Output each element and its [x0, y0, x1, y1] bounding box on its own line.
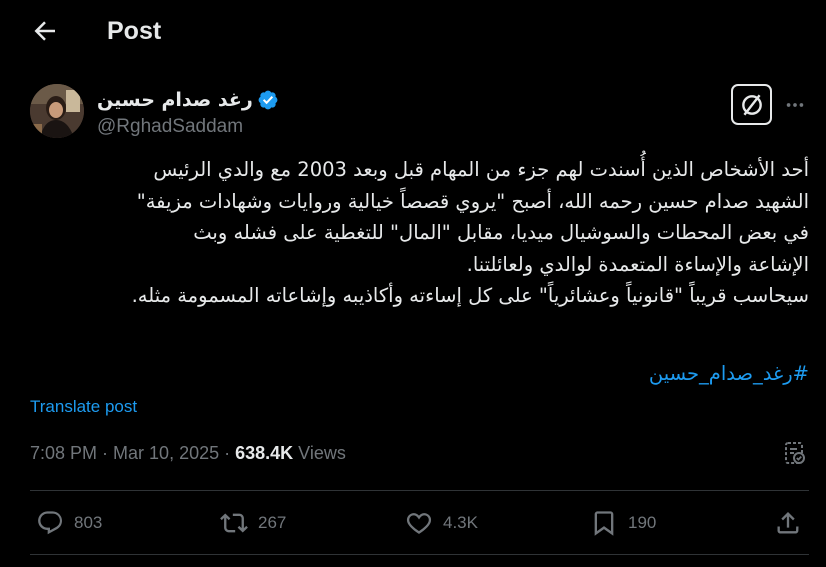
post-meta: 7:08 PM · Mar 10, 2025 · 638.4K Views	[30, 443, 346, 464]
verified-badge-icon	[258, 90, 278, 110]
more-dots-icon	[786, 103, 804, 107]
author-display-name[interactable]: رغد صدام حسين	[97, 89, 253, 111]
bookmark-button[interactable]: 190	[590, 500, 656, 546]
divider	[30, 490, 809, 491]
grok-icon	[741, 94, 762, 115]
post-text-line: الشهيد صدام حسين رحمه الله، أصبح "يروي ق…	[136, 189, 809, 213]
avatar-image	[30, 84, 84, 138]
post-text-line: الإشاعة والإساءة المتعمدة لوالدي ولعائلت…	[466, 252, 809, 276]
arrow-left-icon	[34, 21, 55, 41]
bookmark-icon	[594, 511, 614, 536]
like-button[interactable]: 4.3K	[405, 500, 478, 546]
heart-icon	[406, 513, 432, 534]
post-text-line: في بعض المحطات والسوشيال ميديا، مقابل "ا…	[193, 221, 809, 244]
hashtag-link[interactable]: #رغد_صدام_حسين	[600, 362, 809, 385]
analytics-icon	[785, 442, 805, 464]
meta-separator: ·	[102, 443, 109, 463]
repost-icon	[220, 513, 248, 533]
author-handle[interactable]: @RghadSaddam	[97, 116, 243, 138]
post-text-line: أحد الأشخاص الذين أُسندت لهم جزء من المه…	[153, 158, 809, 181]
reply-count: 803	[74, 513, 103, 532]
avatar[interactable]	[30, 84, 84, 138]
post-text: أحد الأشخاص الذين أُسندت لهم جزء من المه…	[28, 154, 809, 312]
top-bar: Post	[0, 0, 826, 64]
repost-count: 267	[258, 513, 287, 532]
reply-button[interactable]: 803	[36, 500, 102, 546]
page-title: Post	[107, 17, 162, 45]
back-button[interactable]	[30, 16, 60, 46]
post-date[interactable]: Mar 10, 2025	[113, 443, 219, 464]
share-icon	[777, 512, 799, 534]
grok-button[interactable]	[731, 84, 772, 125]
share-button[interactable]	[774, 500, 802, 546]
repost-button[interactable]: 267	[220, 500, 286, 546]
like-count: 4.3K	[443, 513, 478, 532]
translate-post-link[interactable]: Translate post	[30, 397, 137, 417]
views-label: Views	[298, 443, 346, 463]
post-text-line: سيحاسب قريباً "قانونياً وعشائرياً" على ك…	[131, 284, 809, 307]
meta-separator: ·	[224, 443, 231, 463]
action-bar: 803 267 4.3K 190	[0, 500, 826, 546]
post-time[interactable]: 7:08 PM	[30, 443, 97, 464]
bookmark-count: 190	[628, 513, 657, 532]
divider	[30, 554, 809, 555]
analytics-button[interactable]	[783, 441, 809, 467]
views-count: 638.4K	[235, 443, 294, 463]
reply-icon	[38, 511, 63, 535]
more-options-button[interactable]	[783, 93, 807, 117]
author-name-row: رغد صدام حسين	[97, 87, 279, 113]
